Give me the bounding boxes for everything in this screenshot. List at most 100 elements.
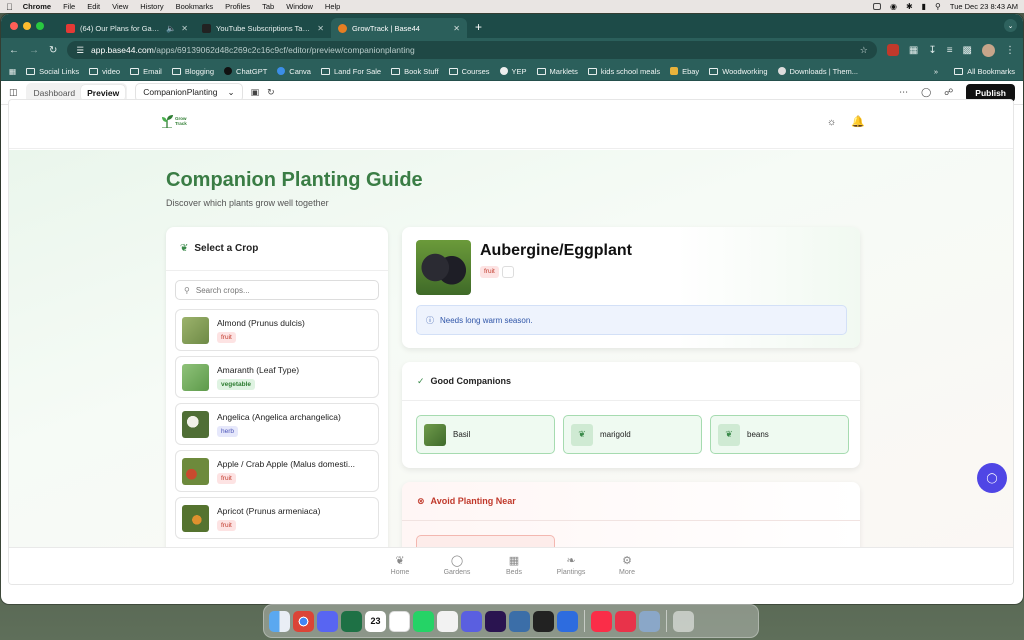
calendar-icon[interactable]: 23 xyxy=(365,610,386,632)
browser-tab[interactable]: (64) Our Plans for Garden 🔈 ✕ xyxy=(59,18,195,38)
whatsapp-icon[interactable] xyxy=(413,610,434,632)
new-tab-button[interactable]: + xyxy=(475,20,482,34)
bookmark-star-icon[interactable]: ☆ xyxy=(860,45,868,56)
companion-chip[interactable]: Basil xyxy=(416,415,555,454)
growtrack-logo[interactable]: Grow Track xyxy=(162,114,187,128)
app-icon[interactable] xyxy=(557,610,578,632)
menu-view[interactable]: View xyxy=(112,2,128,11)
extensions-puzzle-icon[interactable]: ▦ xyxy=(909,45,918,56)
share-icon[interactable]: ☍ xyxy=(944,87,953,98)
crop-list-item[interactable]: Apricot (Prunus armeniaca) fruit xyxy=(175,497,379,539)
bookmark-item[interactable]: Canva xyxy=(277,67,311,76)
reminders-icon[interactable] xyxy=(437,610,458,632)
bookmark-item[interactable]: Blogging xyxy=(171,67,214,76)
bookmark-item[interactable]: Email xyxy=(130,67,162,76)
menu-edit[interactable]: Edit xyxy=(87,2,100,11)
discord-icon[interactable] xyxy=(317,610,338,632)
bookmark-item[interactable]: kids school meals xyxy=(587,67,660,76)
minimize-window-button[interactable] xyxy=(23,22,31,30)
zoom-window-button[interactable] xyxy=(36,22,44,30)
device-preview-icon[interactable]: ▣ xyxy=(251,87,260,98)
finder-icon[interactable] xyxy=(269,610,290,632)
menu-tab[interactable]: Tab xyxy=(262,2,274,11)
quicktime-icon[interactable] xyxy=(533,610,554,632)
reload-icon[interactable]: ↻ xyxy=(49,45,57,56)
download-icon[interactable]: ↧ xyxy=(928,45,936,56)
companion-chip[interactable]: ❦ beans xyxy=(710,415,849,454)
menu-file[interactable]: File xyxy=(63,2,75,11)
nav-more[interactable]: ⚙ More xyxy=(607,554,647,576)
menu-app-name[interactable]: Chrome xyxy=(23,2,51,11)
chevron-double-icon[interactable]: » xyxy=(934,67,938,76)
sidebar-toggle-icon[interactable]: ◫ xyxy=(9,87,18,98)
preview-icon[interactable] xyxy=(639,610,660,632)
bookmark-item[interactable]: Book Stuff xyxy=(391,67,439,76)
refresh-icon[interactable]: ↻ xyxy=(267,87,275,98)
crop-list-item[interactable]: Apple / Crab Apple (Malus domesti... frui… xyxy=(175,450,379,492)
nav-home[interactable]: ❦ Home xyxy=(380,554,420,576)
premiere-icon[interactable] xyxy=(485,610,506,632)
apple-menu-icon[interactable]:  xyxy=(6,2,13,12)
bookmark-item[interactable]: Land For Sale xyxy=(320,67,381,76)
crop-search[interactable]: ⚲ xyxy=(175,280,379,300)
crop-list-item[interactable]: Amaranth (Leaf Type) vegetable xyxy=(175,356,379,398)
app-icon[interactable] xyxy=(461,610,482,632)
bluetooth-icon[interactable]: ✱ xyxy=(906,2,913,11)
more-options-icon[interactable]: ⋯ xyxy=(899,87,908,98)
news-icon[interactable] xyxy=(615,610,636,632)
chrome-menu-icon[interactable]: ⋮ xyxy=(1005,45,1015,56)
menu-history[interactable]: History xyxy=(140,2,163,11)
extension-icon[interactable] xyxy=(886,44,899,56)
forward-icon[interactable]: → xyxy=(29,45,39,56)
notifications-bell-icon[interactable]: 🔔 xyxy=(851,115,865,128)
excel-icon[interactable] xyxy=(341,610,362,632)
bookmark-item[interactable]: YEP xyxy=(499,67,527,76)
site-info-icon[interactable]: ☰ xyxy=(76,45,84,56)
menu-help[interactable]: Help xyxy=(325,2,340,11)
media-icon[interactable]: ≡ xyxy=(947,45,953,56)
bookmark-item[interactable]: ChatGPT xyxy=(224,67,267,76)
battery-icon[interactable]: ▮ xyxy=(922,2,926,11)
bookmark-item[interactable]: Courses xyxy=(448,67,490,76)
clock[interactable]: Tue Dec 23 8:43 AM xyxy=(950,2,1018,11)
browser-tab-active[interactable]: GrowTrack | Base44 ✕ xyxy=(331,18,467,38)
menu-bookmarks[interactable]: Bookmarks xyxy=(176,2,214,11)
sidepanel-icon[interactable]: ▩ xyxy=(963,45,972,56)
close-tab-icon[interactable]: ✕ xyxy=(453,24,460,33)
bookmark-item[interactable]: Woodworking xyxy=(709,67,768,76)
companion-chip[interactable]: ❦ marigold xyxy=(563,415,702,454)
tab-search-icon[interactable]: ⌄ xyxy=(1004,19,1017,32)
menu-profiles[interactable]: Profiles xyxy=(225,2,250,11)
bookmark-item[interactable]: Ebay xyxy=(670,67,699,76)
nav-gardens[interactable]: ◯ Gardens xyxy=(437,554,477,576)
close-window-button[interactable] xyxy=(10,22,18,30)
notes-icon[interactable] xyxy=(389,610,410,632)
crop-list-item[interactable]: Angelica (Angelica archangelica) herb xyxy=(175,403,379,445)
profile-avatar[interactable] xyxy=(982,43,995,57)
music-icon[interactable] xyxy=(591,610,612,632)
nav-beds[interactable]: ▦ Beds xyxy=(494,554,534,576)
github-icon[interactable]: ◯ xyxy=(921,87,931,98)
all-bookmarks[interactable]: » All Bookmarks xyxy=(934,67,1015,76)
trash-icon[interactable] xyxy=(673,610,694,632)
speaker-icon[interactable]: 🔈 xyxy=(166,24,176,33)
apps-grid-icon[interactable]: ▦ xyxy=(9,67,16,76)
crop-list-item[interactable]: Almond (Prunus dulcis) fruit xyxy=(175,309,379,351)
close-tab-icon[interactable]: ✕ xyxy=(181,24,188,33)
address-bar[interactable]: ☰ app.base44.com/apps/69139062d48c269c2c… xyxy=(67,41,877,59)
back-icon[interactable]: ← xyxy=(9,45,19,56)
chrome-icon[interactable] xyxy=(293,610,314,632)
status-icon[interactable] xyxy=(872,3,881,10)
bookmark-item[interactable]: Social Links xyxy=(26,67,79,76)
menu-window[interactable]: Window xyxy=(286,2,313,11)
macos-installer-icon[interactable] xyxy=(509,610,530,632)
crop-search-input[interactable] xyxy=(195,285,356,295)
close-tab-icon[interactable]: ✕ xyxy=(317,24,324,33)
theme-toggle-sun-icon[interactable]: ☼ xyxy=(827,117,836,128)
bookmark-item[interactable]: Marklets xyxy=(536,67,578,76)
browser-tab[interactable]: YouTube Subscriptions Tab C ✕ xyxy=(195,18,331,38)
bookmark-item[interactable]: video xyxy=(89,67,120,76)
search-icon[interactable]: ⚲ xyxy=(935,2,941,11)
bookmark-item[interactable]: Downloads | Them... xyxy=(777,67,858,76)
nav-plantings[interactable]: ❧ Plantings xyxy=(551,554,591,576)
